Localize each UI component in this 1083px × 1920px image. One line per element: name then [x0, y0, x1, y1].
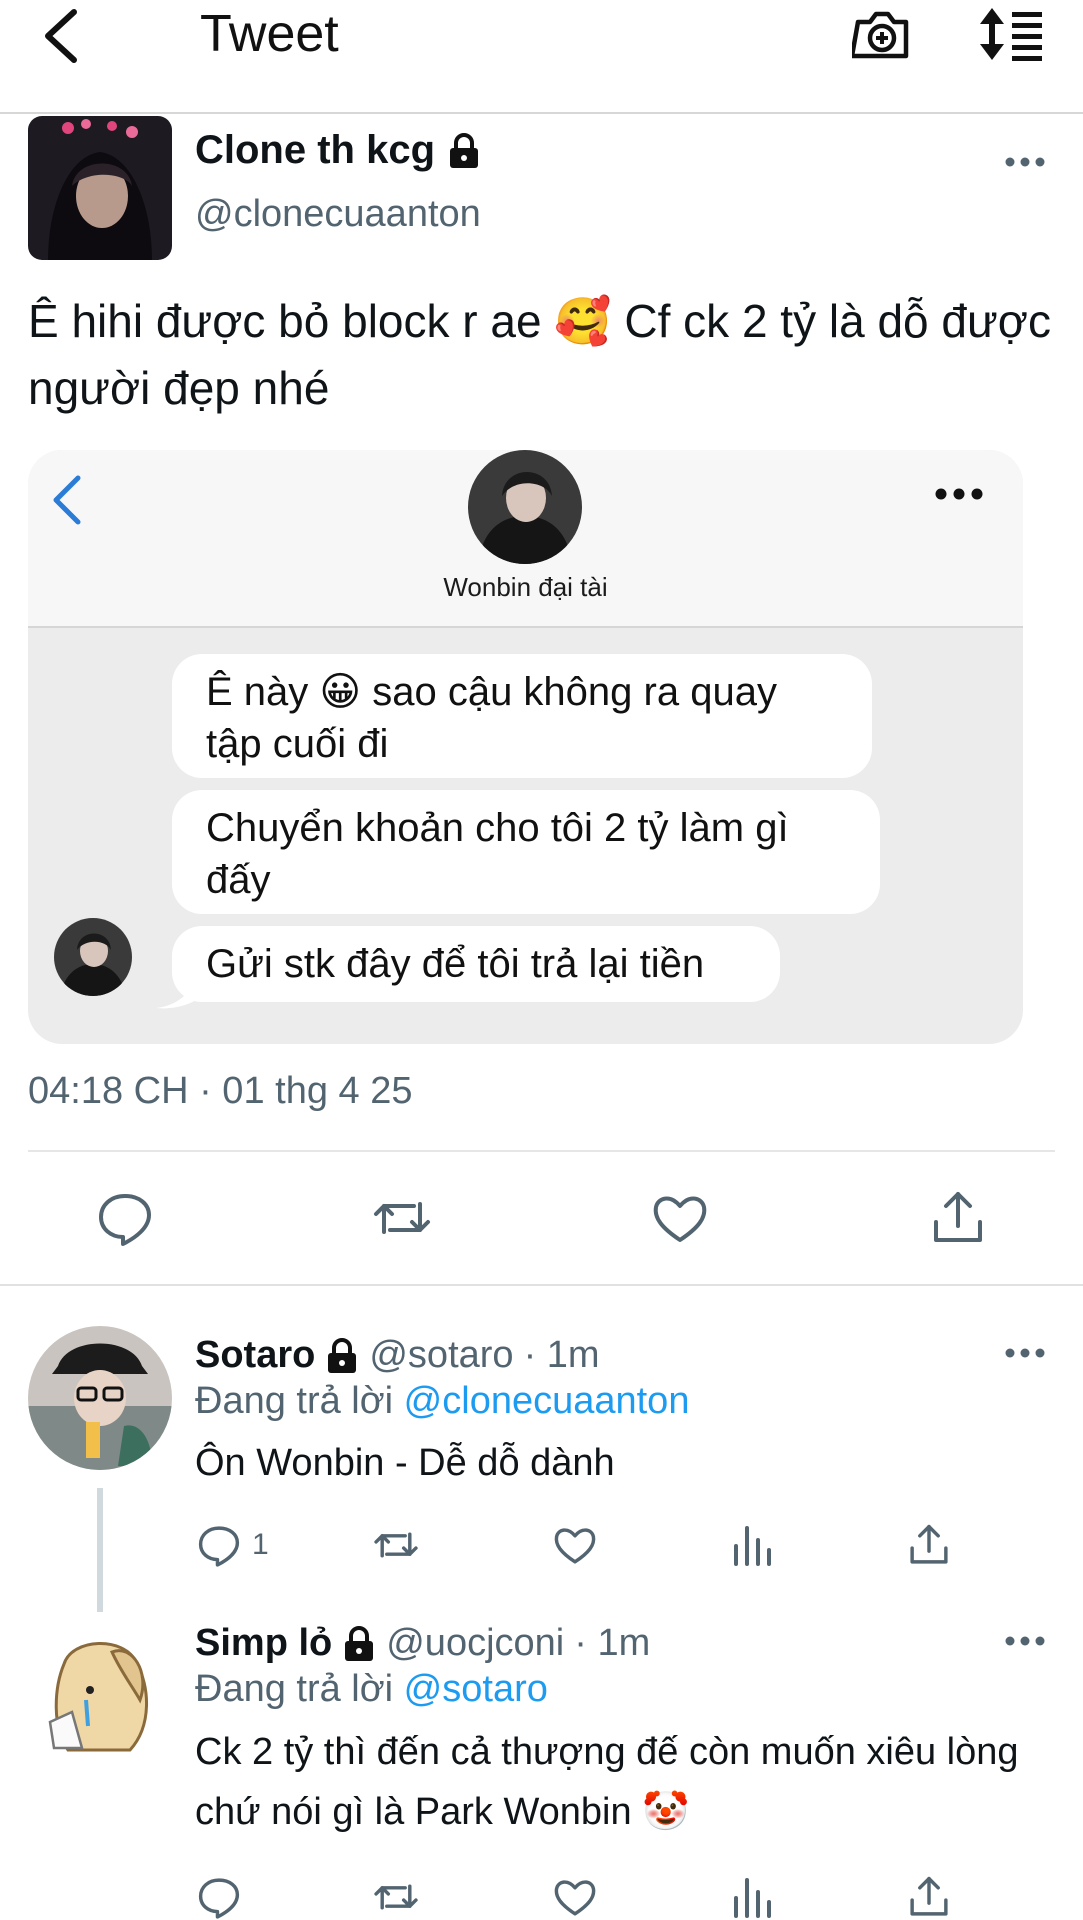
top-nav-bar: Tweet [0, 0, 1083, 114]
retweet-icon[interactable] [373, 1522, 419, 1568]
attached-chat-screenshot[interactable]: Wonbin đại tài Ê này 😀 sao cậu không ra … [28, 450, 1023, 1044]
lock-icon [342, 1625, 376, 1662]
share-icon[interactable] [906, 1522, 952, 1568]
replying-to-link[interactable]: @sotaro [404, 1668, 548, 1710]
reply-author-name[interactable]: Sotaro [195, 1334, 315, 1377]
reply-author-handle[interactable]: @uocjconi [386, 1622, 564, 1665]
chat-back-icon [48, 470, 88, 530]
author-handle[interactable]: @clonecuaanton [195, 193, 481, 236]
reply-time: · 1m [523, 1334, 600, 1376]
tweet-timestamp: 04:18 CH · 01 thg 4 25 [28, 1070, 413, 1112]
author-name[interactable]: Clone th kcg [195, 128, 435, 173]
reply-avatar[interactable] [28, 1616, 172, 1760]
chat-message: Chuyển khoản cho tôi 2 tỷ làm gì đấy [172, 790, 880, 914]
analytics-icon[interactable] [730, 1522, 776, 1568]
share-icon[interactable] [928, 1188, 988, 1248]
sort-list-icon[interactable] [978, 4, 1050, 64]
divider [0, 1284, 1083, 1286]
reply-icon[interactable] [196, 1874, 242, 1920]
chat-header: Wonbin đại tài [28, 450, 1023, 628]
share-icon[interactable] [906, 1874, 952, 1920]
contact-name: Wonbin đại tài [443, 572, 608, 602]
reply-text: Ôn Wonbin - Dễ dỗ dành [195, 1442, 615, 1484]
reply-count: 1 [252, 1528, 269, 1561]
analytics-icon[interactable] [730, 1874, 776, 1920]
reply-time: · 1m [574, 1622, 651, 1664]
author-avatar[interactable] [28, 116, 172, 260]
replying-prefix: Đang trả lời [195, 1668, 394, 1710]
lock-icon [325, 1337, 359, 1374]
retweet-icon[interactable] [372, 1188, 432, 1248]
contact-small-avatar [54, 918, 132, 996]
replying-to-link[interactable]: @clonecuaanton [404, 1380, 690, 1422]
replying-to: Đang trả lời @clonecuaanton [195, 1380, 689, 1423]
page-title: Tweet [200, 5, 339, 63]
reply-icon[interactable] [95, 1188, 155, 1248]
divider [28, 1150, 1055, 1152]
chat-more-icon [934, 486, 984, 502]
reply-author-name[interactable]: Simp lỏ [195, 1622, 332, 1665]
more-options-icon[interactable] [1004, 1634, 1046, 1648]
more-options-icon[interactable] [1004, 1346, 1046, 1360]
like-icon[interactable] [650, 1188, 710, 1248]
like-icon[interactable] [552, 1522, 598, 1568]
retweet-icon[interactable] [373, 1874, 419, 1920]
more-options-icon[interactable] [1004, 155, 1046, 169]
reply-avatar[interactable] [28, 1326, 172, 1470]
thread-connector [97, 1488, 103, 1612]
reply-author-handle[interactable]: @sotaro [369, 1334, 513, 1377]
replying-to: Đang trả lời @sotaro [195, 1668, 548, 1711]
camera-plus-icon[interactable] [852, 4, 912, 64]
contact-avatar [468, 450, 582, 564]
tweet-text: Ê hihi được bỏ block r ae 🥰 Cf ck 2 tỷ l… [28, 295, 1051, 414]
back-chevron-icon[interactable] [38, 6, 88, 66]
chat-message: Gửi stk đây để tôi trả lại tiền [172, 926, 780, 1002]
reply-icon[interactable] [196, 1522, 242, 1568]
lock-icon [447, 132, 481, 169]
reply-text: Ck 2 tỷ thì đến cả thượng đế còn muốn xi… [195, 1731, 1019, 1833]
chat-message: Ê này 😀 sao cậu không ra quay tập cuối đ… [172, 654, 872, 778]
replying-prefix: Đang trả lời [195, 1380, 394, 1422]
like-icon[interactable] [552, 1874, 598, 1920]
